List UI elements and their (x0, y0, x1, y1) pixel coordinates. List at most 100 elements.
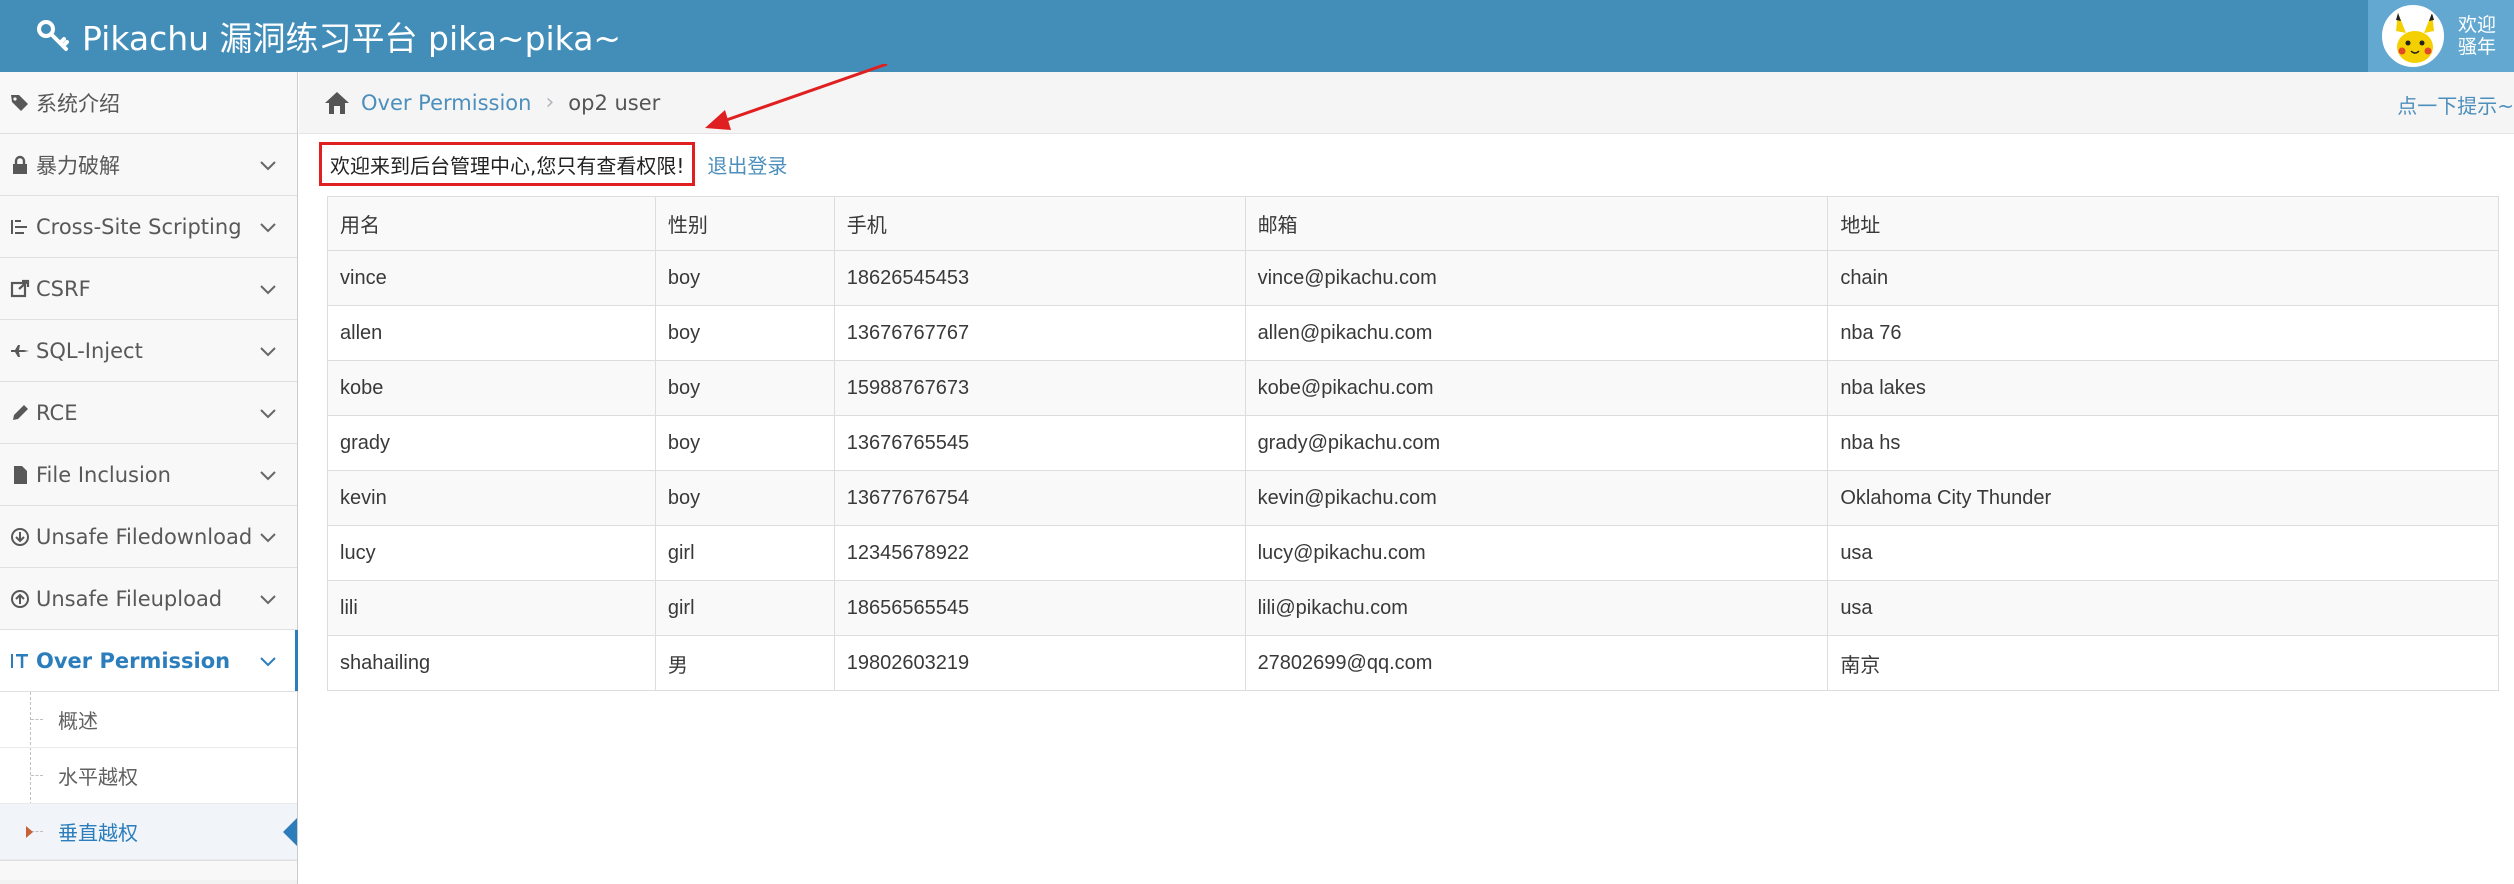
cell-gender: girl (654, 525, 835, 581)
cell-username: grady (327, 415, 656, 471)
cell-email: 27802699@qq.com (1244, 635, 1829, 691)
cell-address: nba hs (1827, 415, 2499, 471)
sidebar-item-label: Cross-Site Scripting (36, 214, 242, 239)
sidebar-item-brute-force[interactable]: 暴力破解 (0, 134, 297, 196)
cell-email: vince@pikachu.com (1244, 250, 1829, 306)
pikachu-avatar-icon (2384, 7, 2442, 65)
sidebar-item-xss[interactable]: Cross-Site Scripting (0, 196, 297, 258)
brand-link[interactable]: Pikachu 漏洞练习平台 pika~pika~ (36, 0, 621, 72)
sidebar-item-label: 暴力破解 (36, 153, 120, 178)
sidebar-item-rce[interactable]: RCE (0, 382, 297, 444)
breadcrumb-over-permission[interactable]: Over Permission (361, 91, 531, 115)
chevron-down-icon (260, 347, 276, 357)
avatar (2382, 5, 2444, 67)
sidebar-item-label: Over Permission (36, 648, 231, 673)
column-header-email: 邮箱 (1244, 196, 1829, 251)
column-header-username: 用名 (327, 196, 656, 251)
table-row: lili girl 18656565545 lili@pikachu.com u… (327, 580, 2499, 636)
cell-phone: 13676767767 (833, 305, 1246, 361)
cell-username: lili (327, 580, 656, 636)
cell-phone: 18626545453 (833, 250, 1246, 306)
chevron-down-icon (260, 223, 276, 233)
chevron-down-icon (260, 595, 276, 605)
cell-email: kobe@pikachu.com (1244, 360, 1829, 416)
cell-gender: boy (654, 305, 835, 361)
cell-phone: 12345678922 (833, 525, 1246, 581)
lock-icon (13, 155, 27, 174)
sidebar-item-sql-inject[interactable]: SQL-Inject (0, 320, 297, 382)
cell-address: usa (1827, 580, 2499, 636)
welcome-message: 欢迎来到后台管理中心,您只有查看权限! (319, 142, 696, 186)
main-content: 欢迎来到后台管理中心,您只有查看权限! 退出登录 用名 性别 手机 邮箱 地址 … (299, 64, 2514, 884)
chevron-down-icon (260, 409, 276, 419)
column-header-address: 地址 (1827, 196, 2499, 251)
table-row: allen boy 13676767767 allen@pikachu.com … (327, 305, 2499, 361)
sidebar-item-intro[interactable]: 系统介绍 (0, 72, 297, 134)
sidebar-item-unsafe-fileupload[interactable]: Unsafe Fileupload (0, 568, 297, 630)
submenu-item-horizontal[interactable]: 水平越权 (0, 748, 297, 804)
cell-gender: boy (654, 250, 835, 306)
home-icon (325, 91, 349, 114)
sidebar-item-csrf[interactable]: CSRF (0, 258, 297, 320)
cell-phone: 13676765545 (833, 415, 1246, 471)
cell-phone: 18656565545 (833, 580, 1246, 636)
over-permission-submenu: 概述 水平越权 垂直越权 (0, 692, 297, 860)
cell-address: chain (1827, 250, 2499, 306)
cell-username: lucy (327, 525, 656, 581)
breadcrumb-current: op2 user (568, 90, 661, 115)
sidebar: 系统介绍 暴力破解 Cross-Site Scripting CSRF SQL-… (0, 72, 298, 884)
welcome-text: 欢迎 骚年 (2458, 14, 2496, 58)
breadcrumb: Over Permission › op2 user 点一下提示~ (299, 72, 2514, 134)
sidebar-item-file-inclusion[interactable]: File Inclusion (0, 444, 297, 506)
cell-username: kevin (327, 470, 656, 526)
cell-gender: boy (654, 360, 835, 416)
chevron-down-icon (260, 161, 276, 171)
table-row: kobe boy 15988767673 kobe@pikachu.com nb… (327, 360, 2499, 416)
sidebar-item-label: Unsafe Filedownload (36, 524, 253, 549)
table-row: shahailing 男 19802603219 27802699@qq.com… (327, 635, 2499, 691)
cell-username: vince (327, 250, 656, 306)
table-row: lucy girl 12345678922 lucy@pikachu.com u… (327, 525, 2499, 581)
sidebar-item-unsafe-filedownload[interactable]: Unsafe Filedownload (0, 506, 297, 568)
submenu-item-label: 概述 (58, 709, 98, 733)
caret-right-icon (26, 826, 33, 838)
submenu-item-vertical[interactable]: 垂直越权 (0, 804, 297, 860)
cell-gender: boy (654, 415, 835, 471)
cell-email: kevin@pikachu.com (1244, 470, 1829, 526)
hint-link[interactable]: 点一下提示~ (2397, 90, 2514, 119)
user-table: 用名 性别 手机 邮箱 地址 vince boy 18626545453 vin… (327, 196, 2499, 691)
cell-address: Oklahoma City Thunder (1827, 470, 2499, 526)
welcome-line-1: 欢迎 (2458, 14, 2497, 36)
cell-email: lucy@pikachu.com (1244, 525, 1829, 581)
chevron-down-icon (260, 533, 276, 543)
cell-gender: 男 (654, 635, 835, 691)
sidebar-item-over-permission[interactable]: Over Permission (0, 630, 298, 692)
cell-address: nba 76 (1827, 305, 2499, 361)
sidebar-item-label: CSRF (36, 276, 91, 301)
sidebar-item-label: File Inclusion (36, 462, 171, 487)
sidebar-next-item-stub (0, 860, 297, 880)
user-table-container: 用名 性别 手机 邮箱 地址 vince boy 18626545453 vin… (327, 196, 2499, 691)
list-icon (11, 219, 27, 234)
cell-gender: boy (654, 470, 835, 526)
key-icon (37, 20, 69, 51)
user-menu[interactable]: 欢迎 骚年 (2368, 0, 2514, 72)
cell-address: 南京 (1827, 635, 2499, 691)
text-height-icon (11, 653, 28, 668)
chevron-down-icon (260, 285, 276, 295)
submenu-item-overview[interactable]: 概述 (0, 692, 297, 748)
submenu-item-label: 水平越权 (58, 765, 138, 789)
column-header-phone: 手机 (833, 196, 1246, 251)
breadcrumb-separator-icon: › (545, 90, 555, 115)
submenu-item-label: 垂直越权 (58, 821, 138, 845)
logout-link[interactable]: 退出登录 (707, 150, 787, 179)
cell-phone: 15988767673 (833, 360, 1246, 416)
cell-email: grady@pikachu.com (1244, 415, 1829, 471)
cell-email: lili@pikachu.com (1244, 580, 1829, 636)
download-icon (11, 527, 29, 546)
tags-icon (11, 94, 28, 111)
upload-icon (11, 589, 29, 608)
cell-gender: girl (654, 580, 835, 636)
pencil-icon (13, 404, 28, 420)
share-icon (10, 279, 30, 297)
